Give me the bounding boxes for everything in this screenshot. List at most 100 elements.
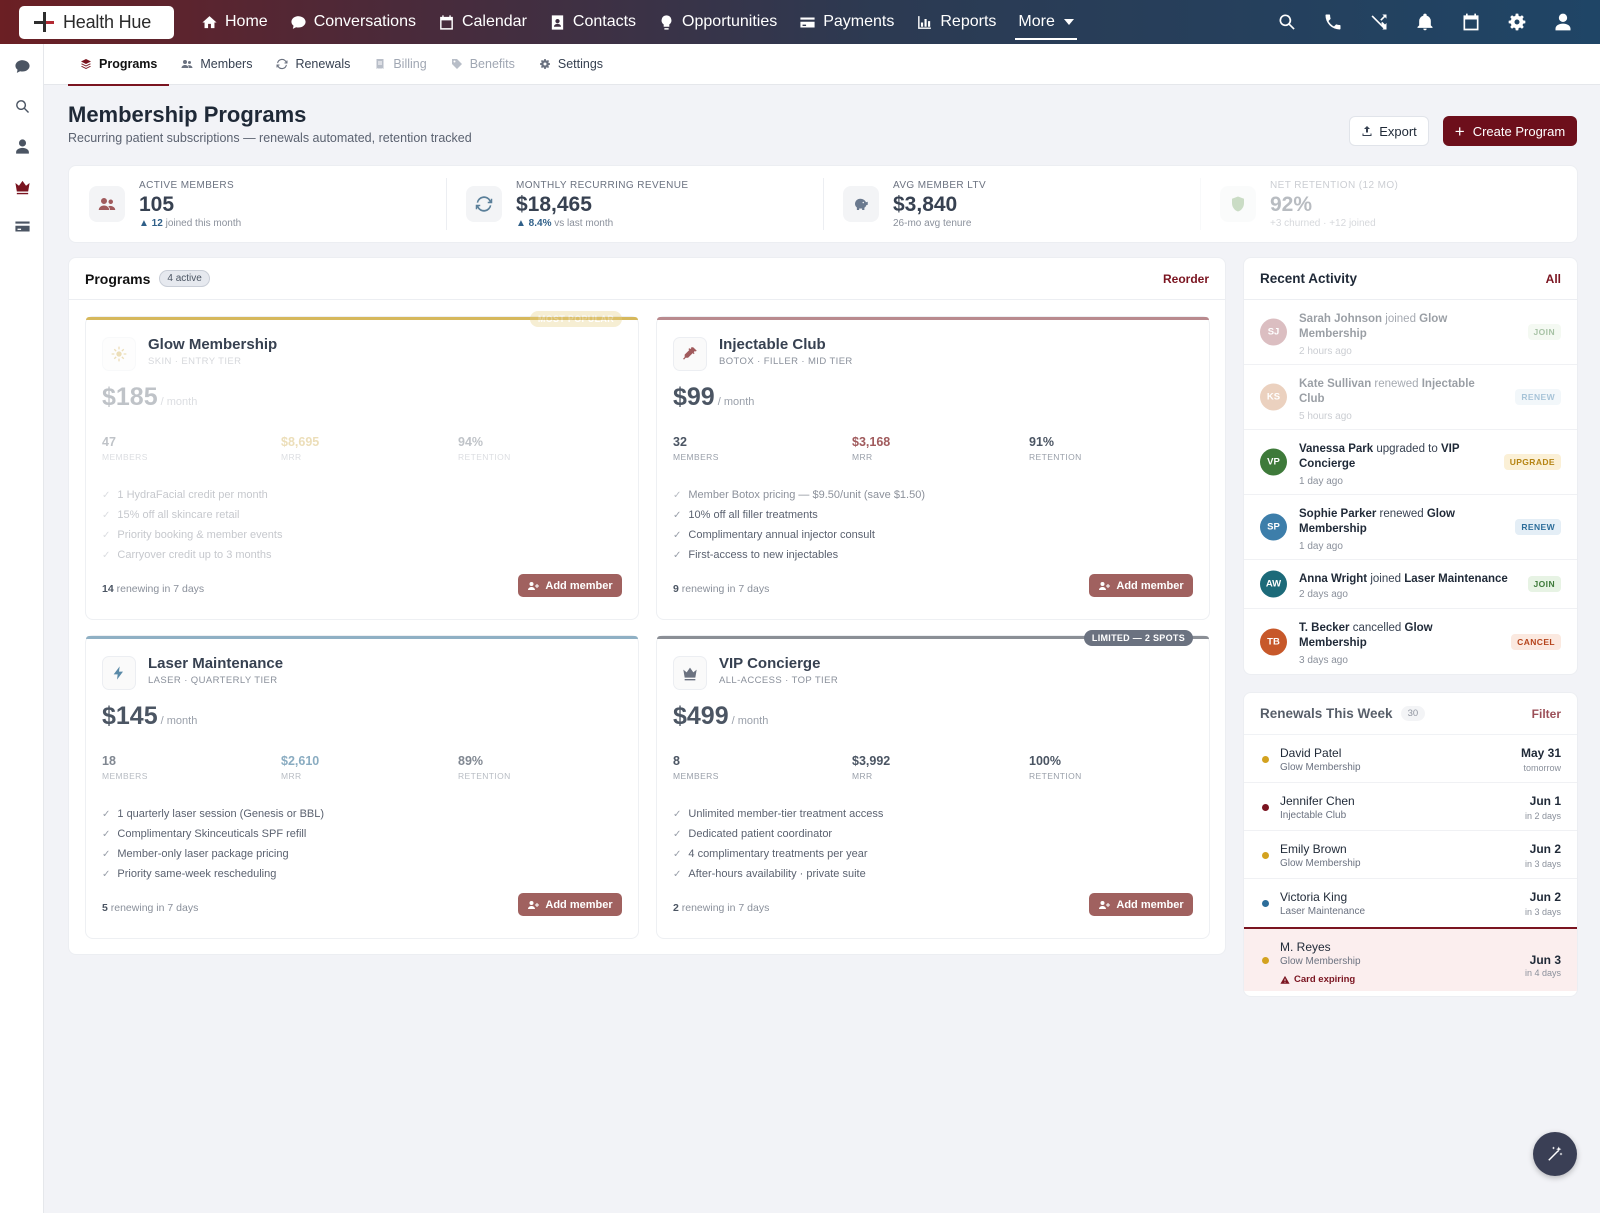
status-badge: UPGRADE — [1503, 454, 1561, 470]
renewals-panel: Renewals This Week 30 Filter David Patel… — [1243, 692, 1578, 997]
program-price: $99/ month — [673, 383, 755, 411]
renewing-note: 2 renewing in 7 days — [673, 902, 770, 914]
activity-item[interactable]: KS Kate Sullivan renewed Injectable Club… — [1244, 365, 1577, 430]
rail-memberships[interactable] — [0, 166, 44, 206]
activity-item[interactable]: VP Vanessa Park upgraded to VIP Concierg… — [1244, 430, 1577, 495]
avatar: TB — [1260, 628, 1287, 655]
renewing-note: 5 renewing in 7 days — [102, 902, 199, 914]
card-icon — [14, 221, 30, 231]
renewal-relative: tomorrow — [1523, 763, 1561, 773]
rail-conversations[interactable] — [0, 46, 44, 86]
program-card-vip[interactable]: LIMITED — 2 SPOTS VIP Concierge ALL-ACCE… — [656, 630, 1210, 939]
program-card-glow[interactable]: MOST POPULAR Glow Membership SKIN · ENTR… — [85, 311, 639, 620]
activity-item[interactable]: SP Sophie Parker renewed Glow Membership… — [1244, 495, 1577, 560]
program-price: $145/ month — [102, 702, 198, 730]
renewal-name: M. Reyes — [1280, 940, 1331, 954]
nav-contacts[interactable]: Contacts — [538, 0, 647, 44]
add-member-button[interactable]: Add member — [1089, 574, 1193, 597]
brand-logo[interactable]: Health Hue — [19, 5, 174, 39]
calendar-button[interactable] — [1448, 0, 1494, 44]
renewal-name: Victoria King — [1280, 890, 1348, 904]
add-member-button[interactable]: Add member — [518, 893, 622, 916]
stat-members: 18 MEMBERS — [102, 754, 148, 781]
nav-label: More — [1018, 13, 1055, 30]
nav-payments[interactable]: Payments — [788, 0, 905, 44]
active-count-badge: 4 active — [159, 270, 210, 287]
program-tier: ALL-ACCESS · TOP TIER — [719, 675, 839, 686]
nav-reports[interactable]: Reports — [905, 0, 1007, 44]
program-name: Glow Membership — [148, 336, 278, 353]
activity-item[interactable]: AW Anna Wright joined Laser Maintenance … — [1244, 560, 1577, 609]
card-accent-bar — [657, 317, 1209, 320]
settings-button[interactable] — [1494, 0, 1540, 44]
renewals-filter-link[interactable]: Filter — [1532, 707, 1561, 721]
status-badge: RENEW — [1515, 389, 1561, 405]
add-member-button[interactable]: Add member — [518, 574, 622, 597]
phone-icon — [1325, 14, 1341, 30]
status-badge: RENEW — [1515, 519, 1561, 535]
activity-item[interactable]: SJ Sarah Johnson joined Glow Membership … — [1244, 300, 1577, 365]
nav-label: Opportunities — [682, 13, 778, 30]
kpi-label: NET RETENTION (12 MO) — [1270, 179, 1399, 191]
user-icon — [1555, 13, 1571, 31]
program-name: Laser Maintenance — [148, 655, 284, 672]
kpi-delta: ▲ 12 joined this month — [139, 217, 242, 229]
tab-renewals[interactable]: Renewals — [264, 44, 362, 85]
program-card-laser[interactable]: Laser Maintenance LASER · QUARTERLY TIER… — [85, 635, 639, 939]
nav-home[interactable]: Home — [190, 0, 279, 44]
shuffle-button[interactable] — [1356, 0, 1402, 44]
tab-programs[interactable]: Programs — [68, 44, 170, 86]
tab-members[interactable]: Members — [169, 44, 264, 85]
nav-conversations[interactable]: Conversations — [279, 0, 427, 44]
renewal-row[interactable]: Jennifer Chen Injectable Club Jun 1 in 2… — [1244, 783, 1577, 831]
renewal-row[interactable]: David Patel Glow Membership May 31 tomor… — [1244, 735, 1577, 783]
renewal-row[interactable]: Emily Brown Glow Membership Jun 2 in 3 d… — [1244, 831, 1577, 879]
create-program-button[interactable]: + Create Program — [1443, 116, 1577, 146]
renewal-name: Jennifer Chen — [1280, 794, 1355, 808]
tab-billing[interactable]: Billing — [362, 44, 438, 85]
export-button[interactable]: Export — [1349, 116, 1429, 146]
nav-more[interactable]: More — [1007, 0, 1084, 44]
nav-label: Reports — [940, 13, 997, 30]
phone-button[interactable] — [1310, 0, 1356, 44]
tab-benefits[interactable]: Benefits — [439, 44, 527, 85]
page-subtitle: Recurring patient subscriptions — renewa… — [68, 131, 472, 145]
feature-item: 10% off all filler treatments — [673, 505, 925, 525]
rail-contacts[interactable] — [0, 126, 44, 166]
add-member-button[interactable]: Add member — [1089, 893, 1193, 916]
rail-search[interactable] — [0, 86, 44, 126]
activity-all-link[interactable]: All — [1546, 272, 1561, 286]
avatar: KS — [1260, 383, 1287, 411]
users-icon — [181, 60, 193, 68]
tab-label: Billing — [393, 57, 427, 71]
rail-payments[interactable] — [0, 206, 44, 246]
limited-spots-ribbon: LIMITED — 2 SPOTS — [1083, 630, 1193, 646]
feature-item: Member Botox pricing — $9.50/unit (save … — [673, 485, 925, 505]
avatar: VP — [1260, 448, 1287, 476]
reorder-button[interactable]: Reorder — [1163, 272, 1209, 286]
renewal-row[interactable]: Victoria King Laser Maintenance Jun 2 in… — [1244, 879, 1577, 927]
renewing-note: 14 renewing in 7 days — [102, 583, 205, 595]
renewal-program: Glow Membership — [1280, 956, 1361, 967]
program-card-injectable[interactable]: Injectable Club BOTOX · FILLER · MID TIE… — [656, 316, 1210, 620]
plus-icon: + — [1454, 121, 1465, 141]
renewal-relative: in 2 days — [1524, 811, 1561, 821]
stat-members: 47 MEMBERS — [102, 435, 148, 462]
kpi-label: ACTIVE MEMBERS — [139, 179, 235, 191]
nav-calendar[interactable]: Calendar — [427, 0, 538, 44]
activity-text: Vanessa Park upgraded to VIP Concierge — [1299, 443, 1460, 470]
nav-opportunities[interactable]: Opportunities — [647, 0, 788, 44]
feature-item: First-access to new injectables — [673, 545, 925, 565]
profile-button[interactable] — [1540, 0, 1586, 44]
programs-panel: Programs 4 active Reorder MOST POPULAR G… — [68, 257, 1226, 955]
notifications-button[interactable] — [1402, 0, 1448, 44]
renewal-row-alert[interactable]: M. Reyes Glow Membership Card expiring J… — [1244, 927, 1577, 991]
activity-item[interactable]: TB T. Becker cancelled Glow Membership 3… — [1244, 609, 1577, 674]
search-button[interactable] — [1264, 0, 1310, 44]
kpi-value: $3,840 — [893, 192, 958, 216]
calendar-icon — [440, 14, 453, 30]
feature-item: 15% off all skincare retail — [102, 505, 282, 525]
magic-assist-button[interactable] — [1533, 1132, 1577, 1176]
stat-mrr: $8,695 MRR — [281, 435, 320, 462]
tab-settings[interactable]: Settings — [527, 44, 615, 85]
